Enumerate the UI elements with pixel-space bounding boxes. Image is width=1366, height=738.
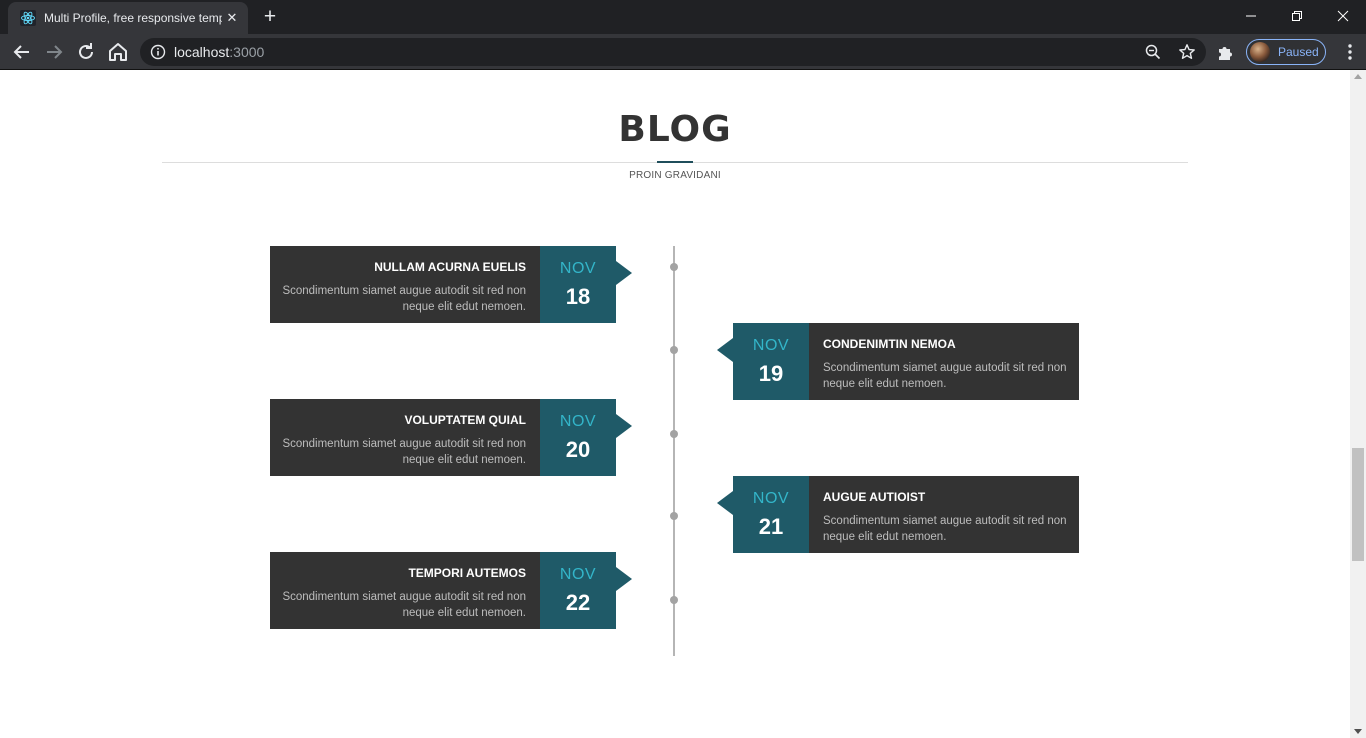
post-pointer-arrow (616, 414, 632, 438)
post-pointer-arrow (717, 491, 733, 515)
section-title: BLOG (618, 109, 732, 150)
star-icon[interactable] (1178, 43, 1196, 61)
puzzle-icon[interactable] (1216, 42, 1236, 62)
post-date: NOV 19 (733, 323, 809, 400)
reload-icon[interactable] (74, 40, 98, 64)
post-month: NOV (559, 566, 597, 583)
address-bar[interactable]: localhost:3000 (140, 38, 1206, 66)
post-title: NULLAM ACURNA EUELIS (374, 260, 526, 274)
post-excerpt: Scondimentum siamet augue autodit sit re… (823, 515, 1067, 543)
timeline-dot (670, 430, 678, 438)
post-month: NOV (559, 413, 597, 430)
scroll-up-arrow-icon[interactable] (1354, 74, 1362, 79)
post-excerpt: Scondimentum siamet augue autodit sit re… (823, 362, 1067, 390)
timeline-dot (670, 263, 678, 271)
info-icon[interactable] (150, 44, 166, 60)
section-subtitle: PROIN GRAVIDANI (629, 170, 721, 181)
timeline-line (673, 246, 675, 656)
home-icon[interactable] (106, 40, 130, 64)
timeline-post[interactable]: NOV 21 AUGUE AUTIOIST Scondimentum siame… (717, 476, 1079, 553)
post-date: NOV 21 (733, 476, 809, 553)
post-day: 22 (565, 590, 591, 615)
post-title: VOLUPTATEM QUIAL (404, 413, 526, 427)
avatar (1250, 42, 1270, 62)
post-body: NULLAM ACURNA EUELIS Scondimentum siamet… (270, 246, 540, 323)
close-icon (1337, 10, 1349, 22)
tab-title: Multi Profile, free responsive template (44, 11, 222, 25)
timeline-post[interactable]: VOLUPTATEM QUIAL Scondimentum siamet aug… (270, 399, 632, 476)
profile-button[interactable]: Paused (1246, 39, 1326, 65)
post-day: 19 (758, 361, 784, 386)
post-body: CONDENIMTIN NEMOA Scondimentum siamet au… (809, 323, 1079, 400)
forward-arrow-icon[interactable] (42, 40, 66, 64)
post-excerpt: Scondimentum siamet augue autodit sit re… (282, 591, 526, 619)
zoom-out-icon[interactable] (1144, 43, 1162, 61)
post-month: NOV (752, 337, 790, 354)
post-title: TEMPORI AUTEMOS (408, 566, 526, 580)
tab-strip: Multi Profile, free responsive template … (0, 0, 1366, 34)
post-pointer-arrow (717, 338, 733, 362)
browser-toolbar: localhost:3000 (0, 34, 1366, 70)
react-logo-icon (20, 10, 36, 26)
scroll-down-arrow-icon[interactable] (1354, 729, 1362, 734)
new-tab-button[interactable]: + (256, 4, 284, 30)
window-restore-button[interactable] (1274, 0, 1320, 32)
post-body: VOLUPTATEM QUIAL Scondimentum siamet aug… (270, 399, 540, 476)
post-date: NOV 20 (540, 399, 616, 476)
timeline-post[interactable]: TEMPORI AUTEMOS Scondimentum siamet augu… (270, 552, 632, 629)
post-excerpt: Scondimentum siamet augue autodit sit re… (282, 438, 526, 466)
post-date: NOV 22 (540, 552, 616, 629)
post-excerpt: Scondimentum siamet augue autodit sit re… (282, 285, 526, 313)
tab-close-icon[interactable]: ✕ (224, 10, 240, 26)
back-arrow-icon[interactable] (10, 40, 34, 64)
timeline-dot (670, 346, 678, 354)
window-minimize-button[interactable] (1228, 0, 1274, 32)
profile-status-label: Paused (1278, 45, 1319, 59)
post-pointer-arrow (616, 567, 632, 591)
restore-icon (1292, 11, 1302, 21)
timeline-dot (670, 512, 678, 520)
window-close-button[interactable] (1320, 0, 1366, 32)
post-pointer-arrow (616, 261, 632, 285)
post-body: TEMPORI AUTEMOS Scondimentum siamet augu… (270, 552, 540, 629)
post-day: 18 (565, 284, 591, 309)
post-day: 20 (565, 437, 591, 462)
page-scrollbar[interactable] (1350, 70, 1366, 738)
post-body: AUGUE AUTIOIST Scondimentum siamet augue… (809, 476, 1079, 553)
post-date: NOV 18 (540, 246, 616, 323)
timeline-post[interactable]: NOV 19 CONDENIMTIN NEMOA Scondimentum si… (717, 323, 1079, 400)
timeline-dot (670, 596, 678, 604)
timeline-post[interactable]: NULLAM ACURNA EUELIS Scondimentum siamet… (270, 246, 632, 323)
page-viewport: BLOG PROIN GRAVIDANI NULLAM ACURNA EUELI… (0, 70, 1350, 738)
post-day: 21 (758, 514, 784, 539)
post-title: AUGUE AUTIOIST (823, 490, 926, 504)
title-accent-bar (657, 161, 693, 163)
post-month: NOV (752, 490, 790, 507)
browser-tab[interactable]: Multi Profile, free responsive template … (8, 2, 248, 34)
kebab-menu-icon[interactable] (1340, 42, 1360, 62)
url-port: :3000 (229, 44, 265, 60)
minimize-icon (1246, 15, 1256, 17)
post-month: NOV (559, 260, 597, 277)
scrollbar-thumb[interactable] (1352, 448, 1364, 561)
post-title: CONDENIMTIN NEMOA (823, 337, 956, 351)
url-host: localhost (174, 44, 230, 60)
url-text: localhost:3000 (174, 44, 264, 60)
